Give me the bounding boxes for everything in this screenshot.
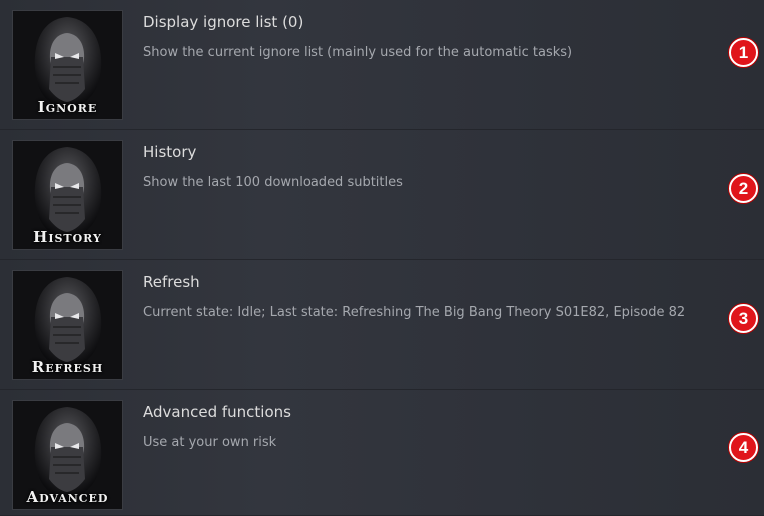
thumbnail-label: Advanced [26,488,109,506]
item-title[interactable]: History [143,143,196,161]
function-list: Ignore Display ignore list (0) Show the … [0,0,764,516]
step-badge: 4 [729,433,758,462]
list-item-advanced[interactable]: Advanced Advanced functions Use at your … [0,390,764,516]
list-item-ignore[interactable]: Ignore Display ignore list (0) Show the … [0,0,764,130]
refresh-thumbnail[interactable]: Refresh [12,270,123,380]
advanced-thumbnail[interactable]: Advanced [12,400,123,510]
item-description: Current state: Idle; Last state: Refresh… [143,305,686,320]
list-item-refresh[interactable]: Refresh Refresh Current state: Idle; Las… [0,260,764,390]
item-description: Show the last 100 downloaded subtitles [143,175,403,190]
step-badge: 2 [729,174,758,203]
list-item-history[interactable]: History History Show the last 100 downlo… [0,130,764,260]
item-title[interactable]: Refresh [143,273,200,291]
step-badge: 1 [729,38,758,67]
item-title[interactable]: Display ignore list (0) [143,13,303,31]
step-badge: 3 [729,304,758,333]
thumbnail-label: Refresh [31,358,104,376]
item-description: Use at your own risk [143,435,277,450]
ignore-thumbnail[interactable]: Ignore [12,10,123,120]
item-title[interactable]: Advanced functions [143,403,291,421]
history-thumbnail[interactable]: History [12,140,123,250]
thumbnail-label: History [33,228,102,246]
item-description: Show the current ignore list (mainly use… [143,45,573,60]
thumbnail-label: Ignore [37,98,98,116]
